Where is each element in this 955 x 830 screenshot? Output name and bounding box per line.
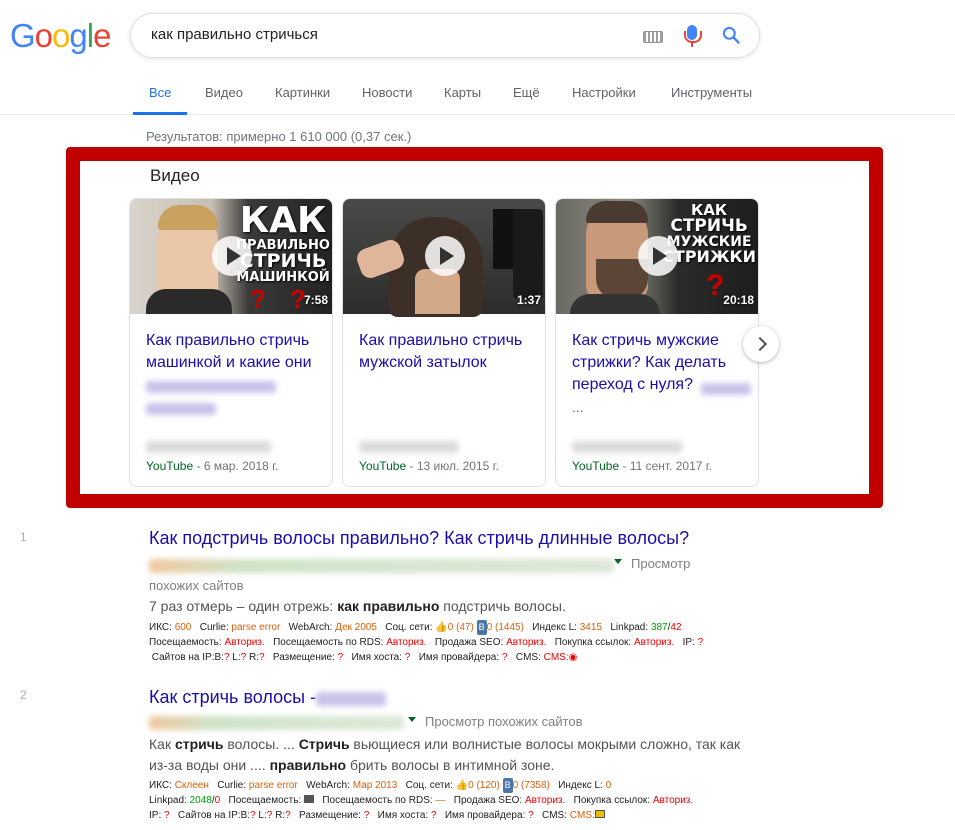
chart-icon [303, 795, 314, 803]
search-box[interactable]: как правильно стричься [130, 13, 760, 58]
result-number: 1 [20, 530, 27, 544]
play-icon[interactable] [638, 236, 678, 276]
tab-settings[interactable]: Настройки [572, 85, 636, 100]
tab-maps[interactable]: Карты [444, 85, 481, 100]
google-logo[interactable]: Google [10, 19, 111, 52]
video-source: YouTube - 6 мар. 2018 г. [146, 459, 279, 473]
tab-news[interactable]: Новости [362, 85, 412, 100]
video-source: YouTube - 13 июл. 2015 г. [359, 459, 499, 473]
video-card[interactable]: 1:37 Как правильно стричь мужской затыло… [342, 198, 546, 487]
blurred-url [149, 559, 614, 573]
like-icon: 👍 [435, 622, 448, 633]
vk-icon: В [502, 778, 513, 793]
blurred-text [146, 403, 216, 415]
result-title[interactable]: Как подстричь волосы правильно? Как стри… [149, 528, 689, 549]
active-tab-indicator [133, 112, 187, 115]
search-input[interactable]: как правильно стричься [151, 26, 318, 43]
blurred-url [149, 716, 404, 730]
tab-video[interactable]: Видео [205, 85, 243, 100]
video-source: YouTube - 11 сент. 2017 г. [572, 459, 713, 473]
cms-icon: ◉ [568, 652, 578, 663]
play-icon[interactable] [212, 236, 252, 276]
url-dropdown-icon[interactable] [614, 559, 622, 564]
play-icon[interactable] [425, 236, 465, 276]
blurred-text [359, 441, 459, 453]
blurred-text [701, 383, 751, 395]
ellipsis: ... [572, 399, 584, 415]
video-duration: 7:58 [303, 293, 328, 307]
result-snippet: Как стричь волосы. ... Стричь вьющиеся и… [149, 736, 741, 773]
vk-icon: В [476, 620, 487, 635]
tab-more[interactable]: Ещё [513, 85, 540, 100]
video-thumbnail[interactable]: КАК СТРИЧЬ МУЖСКИЕ СТРИЖКИ ? 20:18 [556, 199, 758, 314]
video-title[interactable]: Как правильно стричь мужской затылок [359, 330, 539, 374]
video-duration: 1:37 [516, 293, 541, 307]
search-icon[interactable] [721, 25, 741, 45]
result-title[interactable]: Как стричь волосы - [149, 687, 316, 708]
thumbnail-caption: КАК ПРАВИЛЬНО СТРИЧЬ МАШИНКОЙ [236, 200, 330, 285]
result-number: 2 [20, 688, 27, 702]
search-tabs: Все Видео Картинки Новости Карты Ещё Нас… [0, 75, 955, 115]
seo-bar: ИКС: Склеен Curlie: parse error WebArch:… [149, 778, 694, 821]
blurred-text [316, 692, 386, 706]
result-stats: Результатов: примерно 1 610 000 (0,37 се… [146, 129, 412, 144]
cms-icon [594, 810, 605, 818]
video-thumbnail[interactable]: КАК ПРАВИЛЬНО СТРИЧЬ МАШИНКОЙ ? ? 7:58 [130, 199, 332, 314]
result-snippet: 7 раз отмерь – один отрежь: как правильн… [149, 598, 566, 614]
keyboard-icon[interactable] [643, 31, 663, 43]
video-duration: 20:18 [723, 293, 754, 307]
blurred-text [146, 381, 276, 393]
video-heading: Видео [150, 166, 200, 185]
video-title[interactable]: Как правильно стричь машинкой и какие он… [146, 330, 326, 374]
video-card[interactable]: КАК ПРАВИЛЬНО СТРИЧЬ МАШИНКОЙ ? ? 7:58 К… [129, 198, 333, 487]
blurred-text [146, 441, 271, 453]
similar-sites-link[interactable]: Просмотр похожих сайтов [425, 714, 583, 729]
carousel-next-button[interactable] [743, 326, 779, 362]
tab-images[interactable]: Картинки [275, 85, 330, 100]
url-dropdown-icon[interactable] [408, 717, 416, 722]
microphone-icon[interactable] [684, 25, 702, 47]
like-icon: 👍 [455, 780, 469, 791]
tab-tools[interactable]: Инструменты [671, 85, 752, 100]
tab-all[interactable]: Все [149, 85, 171, 100]
similar-sites-link[interactable]: похожих сайтов [149, 578, 244, 593]
similar-sites-link[interactable]: Просмотр [631, 556, 690, 571]
seo-bar: ИКС: 600 Curlie: parse error WebArch: Де… [149, 620, 704, 663]
video-card[interactable]: КАК СТРИЧЬ МУЖСКИЕ СТРИЖКИ ? 20:18 Как с… [555, 198, 759, 487]
blurred-text [572, 441, 682, 453]
video-thumbnail[interactable]: 1:37 [343, 199, 545, 317]
